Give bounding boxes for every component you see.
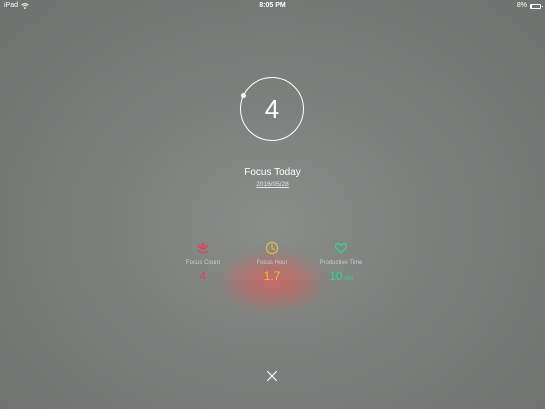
stat-productive-time: Productive Time 10 AM bbox=[306, 241, 376, 286]
focus-title: Focus Today bbox=[244, 167, 301, 178]
productive-time-unit: AM bbox=[344, 276, 353, 282]
close-icon[interactable] bbox=[266, 370, 278, 382]
focus-count-label: Focus Count bbox=[185, 260, 221, 266]
stat-focus-hour: Focus Hour 1.7 bbox=[237, 241, 307, 283]
status-bar: iPad 8:05 PM 8% bbox=[0, 0, 545, 12]
battery-icon bbox=[530, 3, 543, 9]
status-time: 8:05 PM bbox=[259, 2, 286, 9]
productive-time-value-wrap: 10 AM bbox=[306, 269, 376, 286]
focus-hour-label: Focus Hour bbox=[256, 260, 288, 266]
focus-hour-value: 1.7 bbox=[263, 269, 281, 283]
heart-icon bbox=[334, 243, 348, 254]
stat-focus-count: Focus Count 4 bbox=[168, 241, 238, 283]
focus-count-display: 4 bbox=[264, 94, 280, 124]
battery-percent: 8% bbox=[516, 2, 527, 9]
clock-icon bbox=[265, 241, 279, 255]
battery-fill bbox=[531, 4, 532, 8]
lotus-icon bbox=[197, 242, 209, 254]
productive-time-label: Productive Time bbox=[319, 260, 363, 266]
focus-count-value: 4 bbox=[199, 269, 207, 283]
focus-date[interactable]: 2016/05/28 bbox=[0, 181, 545, 188]
productive-time-value: 10 bbox=[329, 269, 343, 283]
